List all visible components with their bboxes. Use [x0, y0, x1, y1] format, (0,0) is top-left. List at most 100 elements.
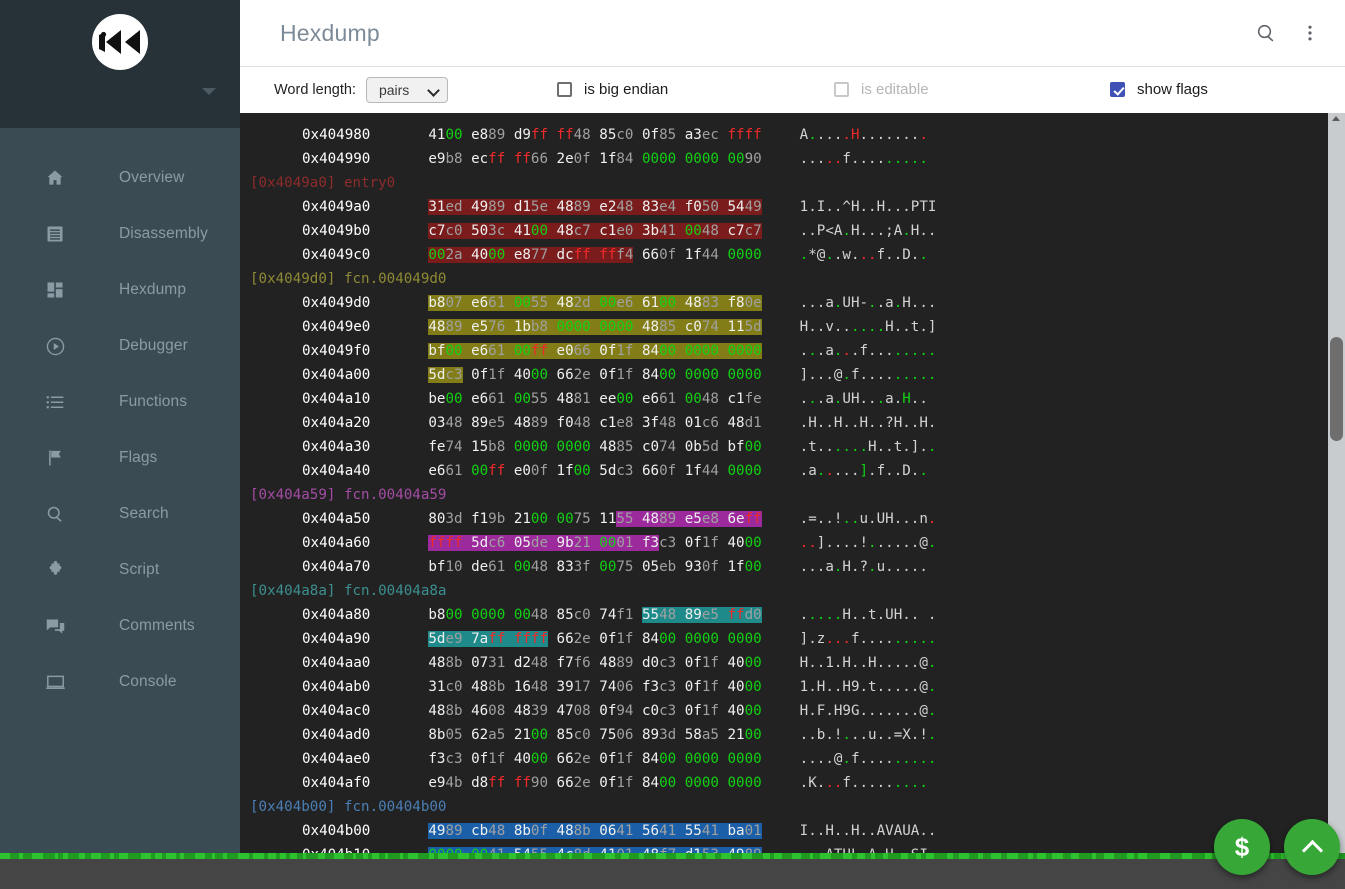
- progress-segment: [1182, 853, 1192, 859]
- progress-segment: [1160, 853, 1170, 859]
- hexdump-bytes: 5de9 7aff ffff 662e 0f1f 8400 0000 0000: [428, 631, 761, 647]
- progress-segment: [792, 853, 801, 859]
- sidebar-item-label: Console: [119, 673, 177, 691]
- hexdump-ascii: ..b.!...u..=X.!.: [800, 727, 937, 743]
- radare2-logo[interactable]: [92, 14, 148, 70]
- is-editable-checkbox[interactable]: is editable: [834, 81, 929, 98]
- sidebar-item-script[interactable]: Script: [0, 542, 240, 598]
- puzzle-icon: [43, 558, 67, 582]
- hexdump-row[interactable]: 0x404b00 4989 cb48 8b0f 488b 0641 5641 55…: [240, 819, 1328, 843]
- show-flags-label: show flags: [1137, 81, 1208, 98]
- hexdump-ascii: ...a.H.?.u.....: [800, 559, 937, 575]
- sidebar-item-search[interactable]: Search: [0, 486, 240, 542]
- sidebar-item-comments[interactable]: Comments: [0, 598, 240, 654]
- search-button[interactable]: [1249, 16, 1283, 50]
- sidebar-item-hexdump[interactable]: Hexdump: [0, 262, 240, 318]
- progress-segment: [1205, 853, 1212, 859]
- hexdump-address: 0x404a00: [302, 367, 370, 383]
- hexdump-flag-label[interactable]: [0x4049a0] entry0: [240, 171, 1328, 195]
- sidebar-item-flags[interactable]: Flags: [0, 430, 240, 486]
- hexdump-row[interactable]: 0x404a90 5de9 7aff ffff 662e 0f1f 8400 00…: [240, 627, 1328, 651]
- hexdump-flag-label[interactable]: [0x404a59] fcn.00404a59: [240, 483, 1328, 507]
- hexdump-address: 0x404b00: [302, 823, 370, 839]
- hexdump-row[interactable]: 0x404a00 5dc3 0f1f 4000 662e 0f1f 8400 00…: [240, 363, 1328, 387]
- hexdump-row[interactable]: 0x404ad0 8b05 62a5 2100 85c0 7506 893d 58…: [240, 723, 1328, 747]
- hexdump-row[interactable]: 0x404a30 fe74 15b8 0000 0000 4885 c074 0b…: [240, 435, 1328, 459]
- hexdump-row[interactable]: 0x404a60 ffff 5dc6 05de 9b21 0001 f3c3 0f…: [240, 531, 1328, 555]
- hexdump-row[interactable]: 0x4049d0 b807 e661 0055 482d 00e6 6100 48…: [240, 291, 1328, 315]
- scroll-top-fab[interactable]: [1284, 819, 1340, 875]
- progress-segment: [584, 853, 592, 859]
- word-length-select[interactable]: pairs: [366, 77, 448, 103]
- scrollbar-thumb[interactable]: [1330, 337, 1343, 441]
- hexdump-ascii: 1.I..^H..H...PTI: [800, 199, 937, 215]
- hexdump-ascii: .....f.........: [800, 151, 937, 167]
- hexdump-address: 0x4049a0: [302, 199, 370, 215]
- progress-segment: [871, 853, 875, 859]
- hexdump-row[interactable]: 0x404a10 be00 e661 0055 4881 ee00 e661 00…: [240, 387, 1328, 411]
- hexdump-row[interactable]: 0x404ac0 488b 4608 4839 4708 0f94 c0c3 0f…: [240, 699, 1328, 723]
- hexdump-content[interactable]: 0x404980 4100 e889 d9ff ff48 85c0 0f85 a3…: [240, 113, 1328, 859]
- overflow-menu-button[interactable]: [1293, 16, 1327, 50]
- hexdump-row[interactable]: 0x404a70 bf10 de61 0048 833f 0075 05eb 93…: [240, 555, 1328, 579]
- sidebar-item-disassembly[interactable]: Disassembly: [0, 206, 240, 262]
- vertical-scrollbar[interactable]: [1328, 113, 1345, 859]
- progress-segment: [408, 853, 418, 859]
- progress-segment: [63, 853, 68, 859]
- sidebar-item-functions[interactable]: Functions: [0, 374, 240, 430]
- hexdump-row[interactable]: 0x404a50 803d f19b 2100 0075 1155 4889 e5…: [240, 507, 1328, 531]
- hexdump-flag-label[interactable]: [0x404b00] fcn.00404b00: [240, 795, 1328, 819]
- hexdump-row[interactable]: 0x404aa0 488b 0731 d248 f7f6 4889 d0c3 0f…: [240, 651, 1328, 675]
- sidebar-item-label: Functions: [119, 393, 187, 411]
- hexdump-ascii: .K...f.........: [800, 775, 937, 791]
- sidebar-item-debugger[interactable]: Debugger: [0, 318, 240, 374]
- hexdump-row[interactable]: 0x4049c0 002a 4000 e877 dcff fff4 660f 1f…: [240, 243, 1328, 267]
- hexdump-row[interactable]: 0x404a40 e661 00ff e00f 1f00 5dc3 660f 1f…: [240, 459, 1328, 483]
- sidebar-item-console[interactable]: Console: [0, 654, 240, 710]
- progress-segment: [55, 853, 58, 859]
- hexdump-row[interactable]: 0x4049b0 c7c0 503c 4100 48c7 c1e0 3b41 00…: [240, 219, 1328, 243]
- dollar-icon: $: [1235, 834, 1249, 860]
- show-flags-checkbox[interactable]: show flags: [1110, 81, 1208, 98]
- sidebar-item-overview[interactable]: Overview: [0, 150, 240, 206]
- page-title: Hexdump: [280, 20, 380, 47]
- hexdump-flag-label[interactable]: [0x404a8a] fcn.00404a8a: [240, 579, 1328, 603]
- hexdump-flag-label[interactable]: [0x4049d0] fcn.004049d0: [240, 267, 1328, 291]
- hexdump-row[interactable]: 0x4049a0 31ed 4989 d15e 4889 e248 83e4 f0…: [240, 195, 1328, 219]
- hexdump-row[interactable]: 0x404a20 0348 89e5 4889 f048 c1e8 3f48 01…: [240, 411, 1328, 435]
- hexdump-row[interactable]: 0x404a80 b800 0000 0048 85c0 74f1 5548 89…: [240, 603, 1328, 627]
- progress-segment: [253, 853, 264, 859]
- hexdump-bytes: b807 e661 0055 482d 00e6 6100 4883 f80e: [428, 295, 761, 311]
- dollar-fab[interactable]: $: [1214, 819, 1270, 875]
- sidebar-expand-caret-icon[interactable]: [202, 88, 216, 95]
- progress-segment: [656, 853, 666, 859]
- chevron-up-icon: [1301, 840, 1322, 861]
- scroll-up-arrow-icon[interactable]: [1332, 116, 1340, 121]
- hexdump-row[interactable]: 0x404980 4100 e889 d9ff ff48 85c0 0f85 a3…: [240, 123, 1328, 147]
- sidebar-header: [0, 0, 240, 128]
- progress-segment: [1052, 853, 1063, 859]
- sidebar-item-label: Overview: [119, 169, 184, 187]
- hexdump-row[interactable]: 0x404af0 e94b d8ff ff90 662e 0f1f 8400 00…: [240, 771, 1328, 795]
- home-icon: [43, 166, 67, 190]
- hexdump-bytes: e661 00ff e00f 1f00 5dc3 660f 1f44 0000: [428, 463, 761, 479]
- progress-segment: [166, 853, 176, 859]
- hexdump-bytes: 31c0 488b 1648 3917 7406 f3c3 0f1f 4000: [428, 679, 761, 695]
- hexdump-ascii: .a.....].f..D..: [800, 463, 937, 479]
- progress-segment: [695, 853, 702, 859]
- hexdump-row[interactable]: 0x4049e0 4889 e576 1bb8 0000 0000 4885 c0…: [240, 315, 1328, 339]
- is-big-endian-checkbox[interactable]: is big endian: [557, 81, 668, 98]
- hexdump-row[interactable]: 0x404ab0 31c0 488b 1648 3917 7406 f3c3 0f…: [240, 675, 1328, 699]
- checkbox-box: [1110, 82, 1125, 97]
- hexdump-ascii: ]...@.f.........: [800, 367, 937, 383]
- progress-segment: [857, 853, 865, 859]
- progress-segment: [605, 853, 615, 859]
- hexdump-row[interactable]: 0x4049f0 bf00 e661 00ff e066 0f1f 8400 00…: [240, 339, 1328, 363]
- sidebar-item-label: Debugger: [119, 337, 188, 355]
- progress-segment: [290, 853, 297, 859]
- hexdump-row[interactable]: 0x404ae0 f3c3 0f1f 4000 662e 0f1f 8400 00…: [240, 747, 1328, 771]
- hexdump-row[interactable]: 0x404990 e9b8 ecff ff66 2e0f 1f84 0000 00…: [240, 147, 1328, 171]
- hexdump-ascii: H..v......H..t.]: [800, 319, 937, 335]
- hexdump-ascii: ...a.UH-..a.H...: [800, 295, 937, 311]
- flag-icon: [43, 446, 67, 470]
